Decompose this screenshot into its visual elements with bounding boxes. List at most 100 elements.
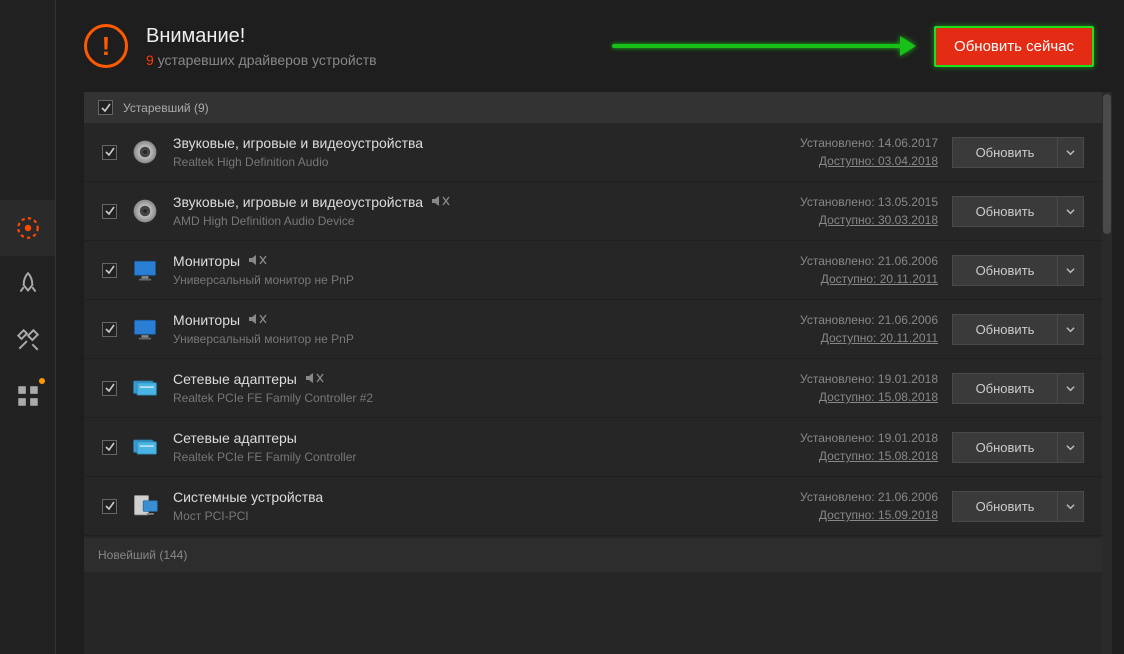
driver-category: Сетевые адаптеры (173, 430, 297, 446)
driver-name: Универсальный монитор не PnP (173, 332, 734, 346)
muted-icon (305, 372, 325, 387)
driver-checkbox[interactable] (102, 145, 117, 160)
device-icon (131, 315, 159, 343)
available-date[interactable]: Доступно: 20.11.2011 (748, 331, 938, 345)
driver-list-container: Устаревший (9) Звуковые, игровые и видео… (56, 92, 1124, 654)
available-date[interactable]: Доступно: 15.08.2018 (748, 449, 938, 463)
driver-dates: Установлено: 21.06.2006 Доступно: 20.11.2… (748, 254, 938, 286)
main-panel: ! Внимание! 9 устаревших драйверов устро… (56, 0, 1124, 654)
update-dropdown[interactable] (1058, 432, 1084, 463)
update-dropdown[interactable] (1058, 373, 1084, 404)
muted-icon (248, 254, 268, 269)
driver-row: Сетевые адаптеры Realtek PCIe FE Family C… (84, 359, 1102, 418)
check-icon (101, 103, 111, 113)
driver-category: Системные устройства (173, 489, 323, 505)
grid-icon (15, 383, 41, 409)
available-date[interactable]: Доступно: 15.08.2018 (748, 390, 938, 404)
available-date[interactable]: Доступно: 30.03.2018 (748, 213, 938, 227)
device-icon (131, 374, 159, 402)
tools-icon (15, 327, 41, 353)
scrollbar[interactable] (1102, 92, 1112, 654)
driver-dates: Установлено: 19.01.2018 Доступно: 15.08.2… (748, 372, 938, 404)
driver-name: Realtek High Definition Audio (173, 155, 734, 169)
installed-date: Установлено: 19.01.2018 (748, 431, 938, 445)
outdated-section-label: Устаревший (9) (123, 101, 209, 115)
available-date[interactable]: Доступно: 20.11.2011 (748, 272, 938, 286)
device-icon (131, 492, 159, 520)
nav-tools[interactable] (0, 312, 55, 368)
driver-category: Звуковые, игровые и видеоустройства (173, 194, 423, 210)
driver-name: Realtek PCIe FE Family Controller #2 (173, 391, 734, 405)
update-dropdown[interactable] (1058, 491, 1084, 522)
driver-row: Системные устройстваМост PCI-PCIУстановл… (84, 477, 1102, 536)
device-icon (131, 138, 159, 166)
attention-arrow (395, 44, 916, 48)
muted-icon (248, 313, 268, 328)
driver-list: Устаревший (9) Звуковые, игровые и видео… (84, 92, 1102, 654)
driver-name: Мост PCI-PCI (173, 509, 734, 523)
driver-category: Мониторы (173, 312, 240, 328)
driver-dates: Установлено: 14.06.2017 Доступно: 03.04.2… (748, 136, 938, 168)
driver-row: Звуковые, игровые и видеоустройства AMD H… (84, 182, 1102, 241)
newest-section-header[interactable]: Новейший (144) (84, 538, 1102, 572)
update-dropdown[interactable] (1058, 196, 1084, 227)
driver-row: МониторыУниверсальный монитор не PnPУста… (84, 300, 1102, 359)
driver-checkbox[interactable] (102, 263, 117, 278)
driver-info: Мониторы Универсальный монитор не PnP (173, 312, 734, 346)
outdated-count: 9 (146, 52, 154, 68)
driver-name: Realtek PCIe FE Family Controller (173, 450, 734, 464)
driver-dates: Установлено: 13.05.2015 Доступно: 30.03.2… (748, 195, 938, 227)
update-dropdown[interactable] (1058, 137, 1084, 168)
driver-checkbox[interactable] (102, 322, 117, 337)
update-button[interactable]: Обновить (952, 314, 1058, 345)
newest-section-label: Новейший (144) (98, 548, 187, 562)
select-all-checkbox[interactable] (98, 100, 113, 115)
update-button[interactable]: Обновить (952, 491, 1058, 522)
driver-checkbox[interactable] (102, 440, 117, 455)
driver-info: Системные устройства Мост PCI-PCI (173, 489, 734, 523)
update-all-button[interactable]: Обновить сейчас (934, 26, 1094, 67)
driver-row: Мониторы Универсальный монитор не PnP Уста… (84, 241, 1102, 300)
driver-dates: Установлено: 19.01.2018 Доступно: 15.08.2… (748, 431, 938, 463)
rocket-icon (15, 271, 41, 297)
update-button[interactable]: Обновить (952, 432, 1058, 463)
available-date[interactable]: Доступно: 15.09.2018 (748, 508, 938, 522)
header-bar: ! Внимание! 9 устаревших драйверов устро… (56, 0, 1124, 92)
driver-checkbox[interactable] (102, 381, 117, 396)
device-icon (131, 256, 159, 284)
driver-category: Сетевые адаптеры (173, 371, 297, 387)
update-dropdown[interactable] (1058, 314, 1084, 345)
scrollbar-thumb[interactable] (1103, 94, 1111, 234)
sidebar-nav (0, 0, 56, 654)
nav-boost[interactable] (0, 256, 55, 312)
driver-name: Универсальный монитор не PnP (173, 273, 734, 287)
device-icon (131, 197, 159, 225)
nav-apps[interactable] (0, 368, 55, 424)
installed-date: Установлено: 14.06.2017 (748, 136, 938, 150)
installed-date: Установлено: 19.01.2018 (748, 372, 938, 386)
nav-scan[interactable] (0, 200, 55, 256)
driver-checkbox[interactable] (102, 204, 117, 219)
installed-date: Установлено: 21.06.2006 (748, 254, 938, 268)
target-icon (15, 215, 41, 241)
device-icon (131, 433, 159, 461)
driver-info: Сетевые адаптеры Realtek PCIe FE Family C… (173, 430, 734, 464)
update-button[interactable]: Обновить (952, 137, 1058, 168)
driver-row: Сетевые адаптеры Realtek PCIe FE Family C… (84, 418, 1102, 477)
driver-info: Сетевые адаптеры Realtek PCIe FE Family C… (173, 371, 734, 405)
driver-checkbox[interactable] (102, 499, 117, 514)
driver-info: Мониторы Универсальный монитор не PnP (173, 253, 734, 287)
outdated-section-header[interactable]: Устаревший (9) (84, 92, 1102, 123)
update-button[interactable]: Обновить (952, 255, 1058, 286)
driver-name: AMD High Definition Audio Device (173, 214, 734, 228)
header-text: Внимание! 9 устаревших драйверов устройс… (146, 25, 377, 68)
driver-category: Мониторы (173, 253, 240, 269)
update-button[interactable]: Обновить (952, 196, 1058, 227)
driver-row: Звуковые, игровые и видеоустройстваRealt… (84, 123, 1102, 182)
update-dropdown[interactable] (1058, 255, 1084, 286)
available-date[interactable]: Доступно: 03.04.2018 (748, 154, 938, 168)
nav-badge-icon (39, 378, 45, 384)
update-button[interactable]: Обновить (952, 373, 1058, 404)
driver-info: Звуковые, игровые и видеоустройства AMD H… (173, 194, 734, 228)
installed-date: Установлено: 13.05.2015 (748, 195, 938, 209)
